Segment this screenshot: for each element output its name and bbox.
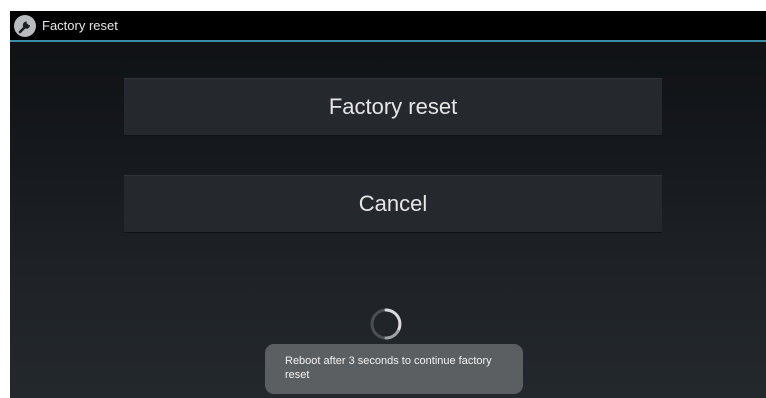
page-title: Factory reset: [42, 18, 118, 33]
title-bar: Factory reset: [10, 11, 766, 42]
toast-message: Reboot after 3 seconds to continue facto…: [265, 344, 523, 394]
factory-reset-screen: Factory reset Factory reset Cancel Reboo…: [10, 11, 766, 398]
wrench-icon: [14, 15, 36, 37]
spinner-icon: [370, 308, 402, 340]
factory-reset-button[interactable]: Factory reset: [124, 78, 662, 136]
cancel-button[interactable]: Cancel: [124, 175, 662, 233]
